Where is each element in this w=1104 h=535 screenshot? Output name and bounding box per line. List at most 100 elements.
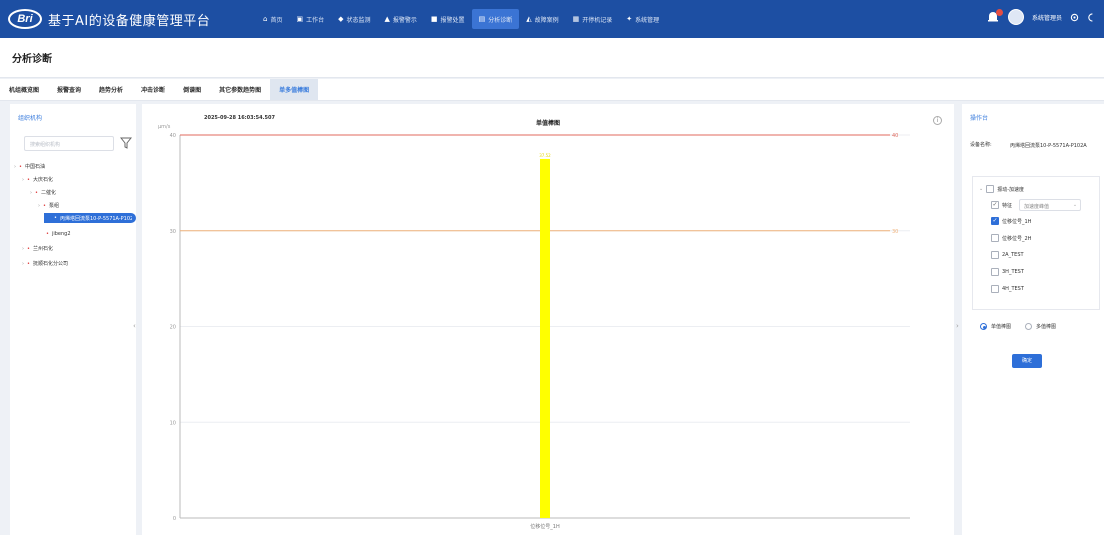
radio-single-bar[interactable]: 单值棒图 <box>980 323 1011 330</box>
bar-value-label: 37.52 <box>539 153 551 158</box>
tree-bullet-icon: • <box>27 260 30 267</box>
org-search-input[interactable]: 搜索组织机构 <box>24 136 114 151</box>
settings-icon[interactable] <box>1070 13 1079 22</box>
nav-item-1[interactable]: ▣ 工作台 <box>289 9 331 29</box>
channel-checkbox[interactable] <box>991 251 999 259</box>
notification-bell-icon[interactable] <box>986 9 1003 23</box>
home-icon: ⌂ <box>263 15 268 23</box>
tree-node[interactable]: › • 中国石油 <box>14 162 45 171</box>
tree-node[interactable]: • 丙烯塔回流泵10-P-5571A-P102A <box>44 213 136 223</box>
channel-option[interactable]: ✓ 位移位号_1H <box>991 217 1031 225</box>
filter-icon[interactable] <box>120 137 132 149</box>
tree-node-label: 二催化 <box>40 190 56 196</box>
nav-item-5[interactable]: ▤ 分析诊断 <box>471 9 520 29</box>
avatar[interactable] <box>1007 9 1024 25</box>
nav-item-2[interactable]: ◆ 状态监测 <box>331 9 377 29</box>
channel-checkbox[interactable] <box>991 268 999 276</box>
nav-item-7[interactable]: ▦ 开停机记录 <box>566 9 620 29</box>
channel-label: 4H_TEST <box>1002 286 1024 292</box>
tree-node[interactable]: › • 泵组 <box>38 201 59 210</box>
tab-2[interactable]: 趋势分析 <box>90 79 132 100</box>
chart-mode-radios: 单值棒图 多值棒图 <box>980 323 1056 330</box>
tab-3[interactable]: 冲击诊断 <box>132 79 174 100</box>
app-title: 基于AI的设备健康管理平台 <box>48 13 211 29</box>
nav-label: 报警警示 <box>392 16 417 24</box>
expand-arrow-icon[interactable]: › <box>38 203 40 209</box>
channel-option[interactable]: 4H_TEST <box>991 285 1024 293</box>
group-checkbox[interactable] <box>986 185 995 193</box>
chart-title: 单值棒图 <box>535 120 560 127</box>
y-tick-label: 0 <box>173 516 176 522</box>
chevron-down-icon: ⌄ <box>1072 202 1078 208</box>
channel-option[interactable]: 3H_TEST <box>991 268 1024 276</box>
info-icon[interactable]: i <box>933 116 942 125</box>
group-row[interactable]: ⌄ 振动-加速度 <box>979 185 1024 193</box>
logo-icon: Bri <box>8 9 42 29</box>
channel-label: 3H_TEST <box>1002 269 1024 275</box>
tree-bullet-icon: • <box>27 176 30 183</box>
nav-item-6[interactable]: ◭ 故障案例 <box>519 9 565 29</box>
nav-label: 分析诊断 <box>488 16 513 24</box>
tab-5[interactable]: 其它参数趋势图 <box>210 79 270 100</box>
tree-node-label: 兰州石化 <box>32 246 53 252</box>
nav-item-0[interactable]: ⌂ 首页 <box>256 9 289 29</box>
logout-icon[interactable] <box>1087 12 1096 22</box>
y-tick-label: 20 <box>170 325 176 331</box>
shield-icon: ◆ <box>338 15 344 23</box>
confirm-button[interactable]: 确定 <box>1012 354 1042 368</box>
analysis-tabs: 机组概览图 报警查询 趋势分析 冲击诊断 倒谱图 其它参数趋势图 单多值棒图 <box>0 79 1104 101</box>
brand-logo[interactable]: Bri 基于AI的设备健康管理平台 <box>8 9 210 29</box>
feature-label: 特征 <box>1002 202 1013 209</box>
collapse-left-icon[interactable]: ‹ <box>133 322 136 330</box>
expand-arrow-icon[interactable]: › <box>22 246 24 252</box>
radio-multi-bar[interactable]: 多值棒图 <box>1025 323 1056 330</box>
radio-single-dot[interactable] <box>980 323 987 330</box>
x-tick-label: 位移位号_1H <box>530 523 560 530</box>
users-icon: ✦ <box>626 15 633 23</box>
feature-row: ✓ 特征 加速度峰值 ⌄ <box>991 199 1082 211</box>
nav-label: 首页 <box>270 16 283 24</box>
collapse-right-icon[interactable]: › <box>956 322 959 330</box>
tree-bullet-icon: • <box>46 230 49 237</box>
channel-checkbox[interactable] <box>991 234 999 242</box>
tree-node[interactable]: › • 抚顺石化分公司 <box>22 259 68 268</box>
channel-checkbox[interactable]: ✓ <box>991 217 999 225</box>
org-panel-title: 组织机构 <box>18 115 43 122</box>
expand-arrow-icon[interactable]: › <box>30 190 32 196</box>
tree-node[interactable]: • jibeng2 <box>46 229 71 238</box>
tab-4[interactable]: 倒谱图 <box>174 79 210 100</box>
group-label: 振动-加速度 <box>997 186 1025 193</box>
tab-1[interactable]: 报警查询 <box>48 79 90 100</box>
tree-bullet-icon: • <box>27 245 30 252</box>
collapse-arrow-icon[interactable]: ⌄ <box>979 186 983 192</box>
tree-node[interactable]: › • 二催化 <box>30 188 56 197</box>
channel-option[interactable]: 位移位号_2H <box>991 234 1031 242</box>
operation-panel-title: 操作台 <box>970 115 989 122</box>
alarm-icon: ▲ <box>384 15 390 23</box>
nav-item-8[interactable]: ✦ 系统管理 <box>619 9 666 29</box>
user-area: 系统管理员 <box>986 9 1096 25</box>
tree-node-label: 泵组 <box>48 203 59 209</box>
channel-option[interactable]: 2A_TEST <box>991 251 1024 259</box>
chart-panel: μm/s 0 10 20 30 40 40 30 37.52 位移位号_1H 2025-09-28… <box>142 104 954 535</box>
top-navigation-bar: Bri 基于AI的设备健康管理平台 ⌂ 首页 ▣ 工作台 ◆ 状态监测 ▲ 报警警示 ■ 报警处置… <box>0 0 1104 38</box>
radio-multi-dot[interactable] <box>1025 323 1033 330</box>
expand-arrow-icon[interactable]: › <box>22 261 24 267</box>
tab-6[interactable]: 单多值棒图 <box>270 79 319 100</box>
report-icon: ■ <box>430 15 438 23</box>
tab-0[interactable]: 机组概览图 <box>0 79 48 100</box>
feature-select[interactable]: 加速度峰值 ⌄ <box>1019 199 1082 211</box>
page-title: 分析诊断 <box>12 54 52 65</box>
tree-node[interactable]: › • 兰州石化 <box>22 244 53 253</box>
expand-arrow-icon[interactable]: › <box>22 177 24 183</box>
data-bar <box>540 158 550 518</box>
username[interactable]: 系统管理员 <box>1032 13 1062 22</box>
tree-node-label: 抚顺石化分公司 <box>32 261 68 267</box>
tree-node[interactable]: › • 大庆石化 <box>22 175 53 184</box>
nav-item-4[interactable]: ■ 报警处置 <box>424 9 472 29</box>
feature-checkbox[interactable]: ✓ <box>991 201 999 209</box>
expand-arrow-icon[interactable]: › <box>14 164 16 170</box>
channel-checkbox[interactable] <box>991 285 999 293</box>
nav-item-3[interactable]: ▲ 报警警示 <box>378 9 424 29</box>
device-name-value: 丙烯塔回流泵10-P-5571A-P102A <box>1010 143 1087 149</box>
